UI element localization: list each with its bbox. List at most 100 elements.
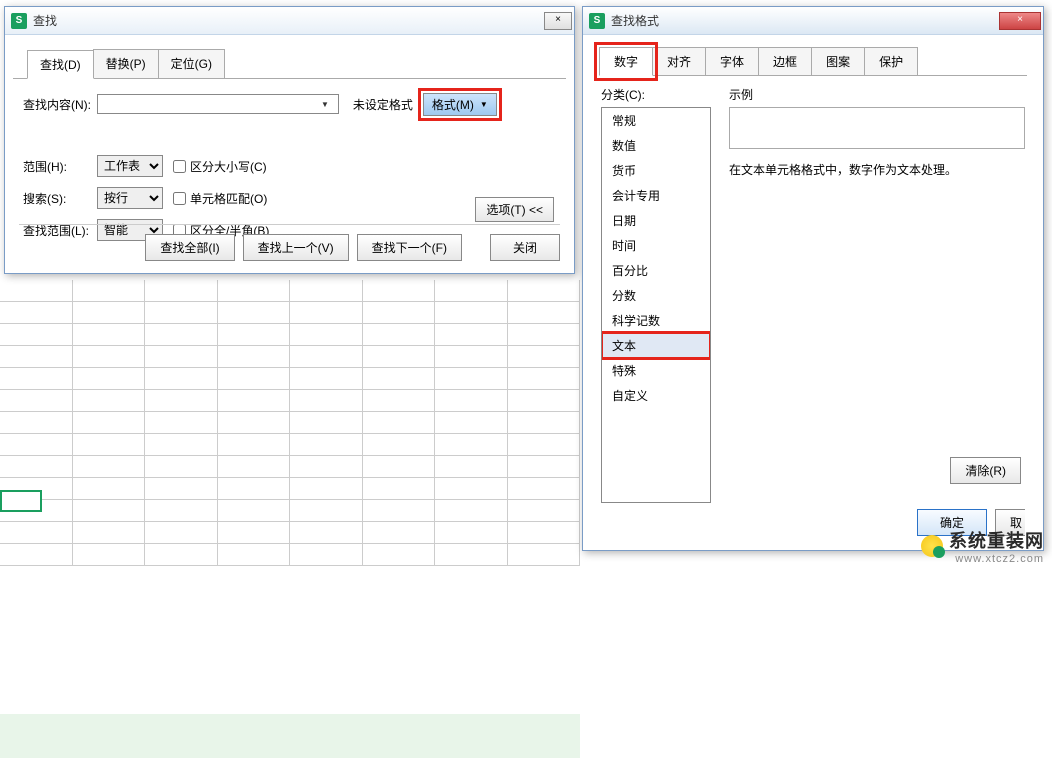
cell[interactable] <box>73 302 146 324</box>
cell[interactable] <box>363 346 436 368</box>
cell[interactable] <box>290 456 363 478</box>
clear-button[interactable]: 清除(R) <box>950 457 1021 484</box>
cell[interactable] <box>290 522 363 544</box>
cell[interactable] <box>290 368 363 390</box>
cell[interactable] <box>435 302 508 324</box>
cell[interactable] <box>0 544 73 566</box>
cell[interactable] <box>218 434 291 456</box>
cell[interactable] <box>508 500 581 522</box>
cell[interactable] <box>435 434 508 456</box>
cell[interactable] <box>0 522 73 544</box>
cell[interactable] <box>218 544 291 566</box>
cell[interactable] <box>290 324 363 346</box>
cell[interactable] <box>508 302 581 324</box>
find-content-input[interactable] <box>97 94 339 114</box>
cell[interactable] <box>435 456 508 478</box>
cell[interactable] <box>290 478 363 500</box>
cell[interactable] <box>508 456 581 478</box>
cell[interactable] <box>145 412 218 434</box>
cell[interactable] <box>435 544 508 566</box>
cat-custom[interactable]: 自定义 <box>602 383 710 408</box>
options-button[interactable]: 选项(T) << <box>475 197 554 222</box>
cat-text[interactable]: 文本 <box>602 333 710 358</box>
match-case-checkbox[interactable]: 区分大小写(C) <box>173 158 267 175</box>
cell[interactable] <box>435 280 508 302</box>
cell[interactable] <box>290 302 363 324</box>
cat-currency[interactable]: 货币 <box>602 158 710 183</box>
tab-replace[interactable]: 替换(P) <box>93 49 159 78</box>
cell[interactable] <box>145 456 218 478</box>
cell[interactable] <box>218 500 291 522</box>
cat-date[interactable]: 日期 <box>602 208 710 233</box>
cell[interactable] <box>73 522 146 544</box>
cell[interactable] <box>290 544 363 566</box>
cell[interactable] <box>145 522 218 544</box>
cat-percentage[interactable]: 百分比 <box>602 258 710 283</box>
cell[interactable] <box>363 456 436 478</box>
format-button[interactable]: 格式(M) ▼ <box>423 93 497 116</box>
cell[interactable] <box>363 324 436 346</box>
dropdown-icon[interactable]: ▼ <box>321 100 329 109</box>
cell[interactable] <box>508 280 581 302</box>
cell[interactable] <box>145 544 218 566</box>
cell[interactable] <box>363 544 436 566</box>
cell[interactable] <box>145 434 218 456</box>
cell[interactable] <box>508 390 581 412</box>
cell[interactable] <box>218 302 291 324</box>
cat-scientific[interactable]: 科学记数 <box>602 308 710 333</box>
find-next-button[interactable]: 查找下一个(F) <box>357 234 462 261</box>
cell[interactable] <box>145 324 218 346</box>
cat-number[interactable]: 数值 <box>602 133 710 158</box>
cell[interactable] <box>290 412 363 434</box>
cell[interactable] <box>290 500 363 522</box>
cell[interactable] <box>73 544 146 566</box>
cell[interactable] <box>363 302 436 324</box>
cell[interactable] <box>0 280 73 302</box>
cell[interactable] <box>435 390 508 412</box>
tab-protect[interactable]: 保护 <box>864 47 918 76</box>
cell[interactable] <box>435 522 508 544</box>
cell[interactable] <box>508 478 581 500</box>
cell[interactable] <box>435 324 508 346</box>
cell[interactable] <box>73 280 146 302</box>
tab-find[interactable]: 查找(D) <box>27 50 94 79</box>
tab-pattern[interactable]: 图案 <box>811 47 865 76</box>
cell[interactable] <box>145 390 218 412</box>
cell[interactable] <box>145 346 218 368</box>
cell[interactable] <box>0 390 73 412</box>
cell[interactable] <box>73 434 146 456</box>
cell[interactable] <box>435 346 508 368</box>
find-prev-button[interactable]: 查找上一个(V) <box>243 234 349 261</box>
cell[interactable] <box>218 456 291 478</box>
cell[interactable] <box>363 412 436 434</box>
cell[interactable] <box>508 522 581 544</box>
cell[interactable] <box>0 434 73 456</box>
cell[interactable] <box>508 346 581 368</box>
cell[interactable] <box>73 346 146 368</box>
cell[interactable] <box>218 280 291 302</box>
cell[interactable] <box>290 390 363 412</box>
search-direction-select[interactable]: 按行 <box>97 187 163 209</box>
cell[interactable] <box>435 368 508 390</box>
scope-select[interactable]: 工作表 <box>97 155 163 177</box>
cell[interactable] <box>0 412 73 434</box>
cell[interactable] <box>363 280 436 302</box>
format-titlebar[interactable]: S 查找格式 × <box>583 7 1043 35</box>
cell[interactable] <box>435 478 508 500</box>
cat-general[interactable]: 常规 <box>602 108 710 133</box>
close-icon[interactable]: × <box>544 12 572 30</box>
cell[interactable] <box>73 390 146 412</box>
tab-goto[interactable]: 定位(G) <box>158 49 225 78</box>
cell[interactable] <box>145 478 218 500</box>
cell[interactable] <box>0 302 73 324</box>
cell[interactable] <box>0 324 73 346</box>
cell[interactable] <box>508 412 581 434</box>
match-cell-checkbox[interactable]: 单元格匹配(O) <box>173 190 267 207</box>
cell[interactable] <box>508 324 581 346</box>
cat-special[interactable]: 特殊 <box>602 358 710 383</box>
cell[interactable] <box>290 346 363 368</box>
cell[interactable] <box>508 544 581 566</box>
close-icon[interactable]: × <box>999 12 1041 30</box>
tab-border[interactable]: 边框 <box>758 47 812 76</box>
cell[interactable] <box>435 412 508 434</box>
